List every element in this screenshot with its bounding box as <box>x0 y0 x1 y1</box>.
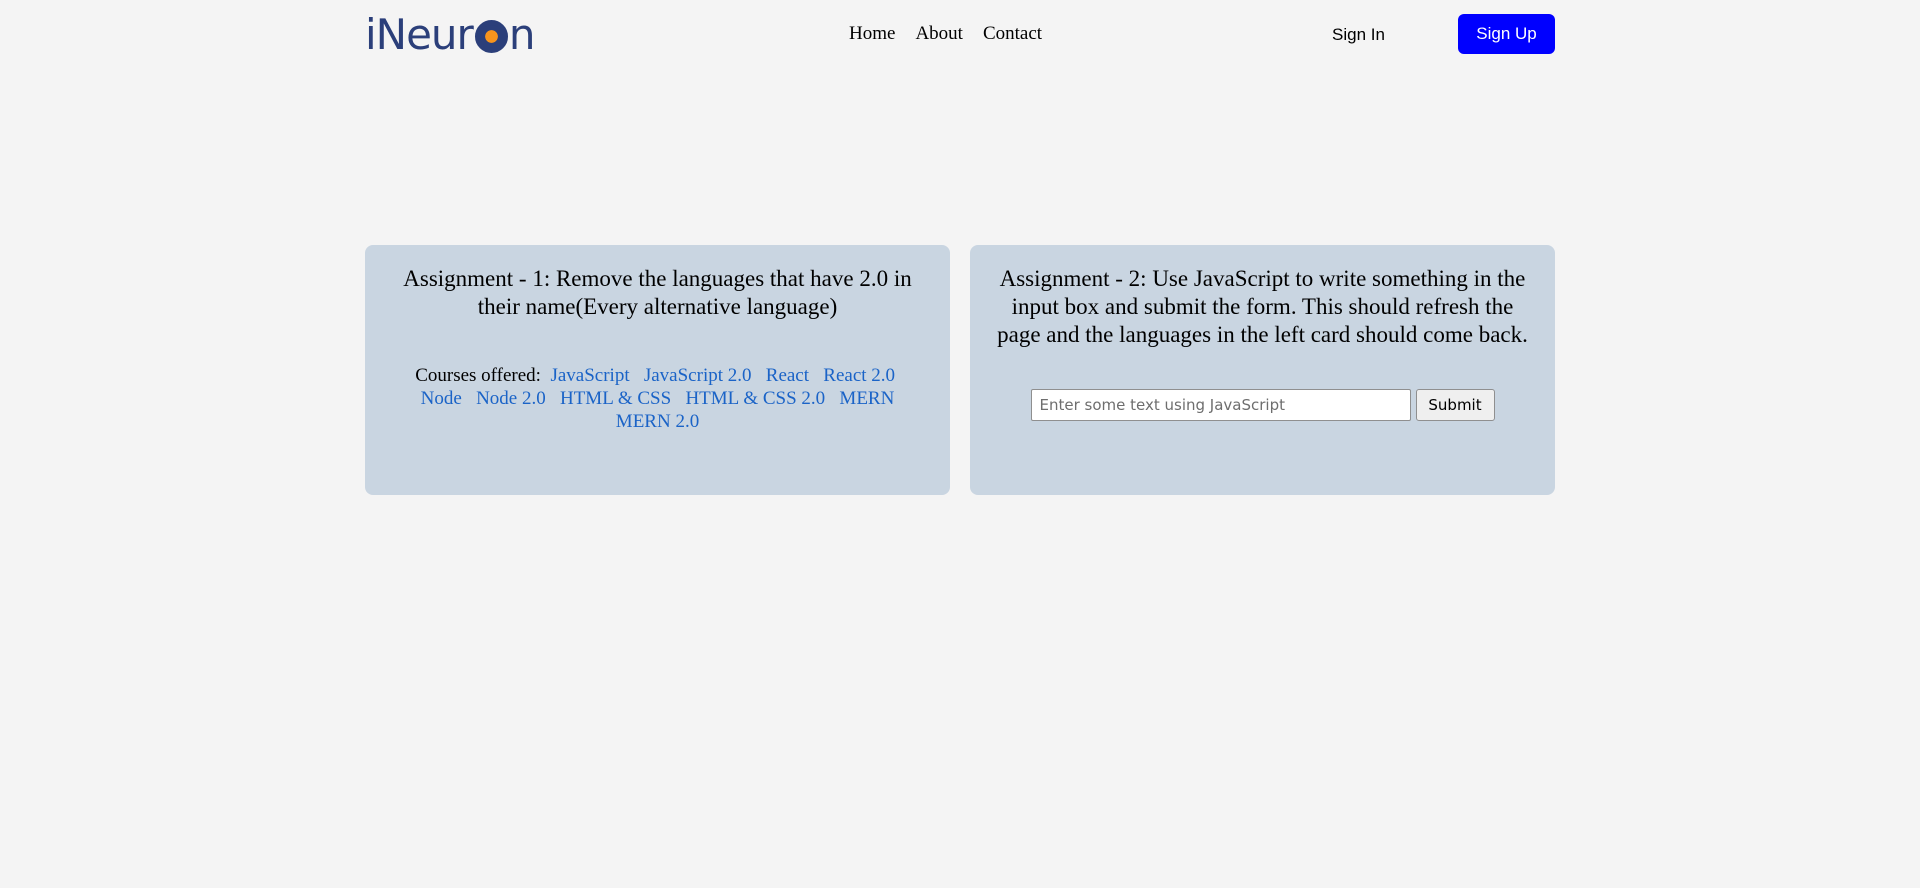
nav-link-home[interactable]: Home <box>849 22 895 46</box>
sign-up-button[interactable]: Sign Up <box>1458 14 1555 54</box>
course-link[interactable]: Node <box>421 388 462 409</box>
course-link[interactable]: JavaScript <box>550 365 629 386</box>
submit-button[interactable]: Submit <box>1415 389 1495 421</box>
logo-text-suffix: n <box>508 10 536 59</box>
course-link[interactable]: React 2.0 <box>823 365 895 386</box>
text-input[interactable] <box>1030 389 1411 421</box>
course-link[interactable]: HTML & CSS <box>560 388 671 409</box>
main-nav: Home About Contact <box>849 22 1042 46</box>
course-link[interactable]: HTML & CSS 2.0 <box>685 388 825 409</box>
courses-label: Courses offered: <box>415 365 541 386</box>
assignment-1-title: Assignment - 1: Remove the languages tha… <box>403 266 912 319</box>
nav-link-contact[interactable]: Contact <box>983 22 1042 46</box>
logo-ring-icon <box>474 19 508 53</box>
site-header: iNeur n Home About Contact Sign In Sign … <box>365 0 1555 70</box>
logo-text-prefix: iNeur <box>365 10 474 59</box>
assignment-1-card: Assignment - 1: Remove the languages tha… <box>365 245 950 495</box>
course-link[interactable]: MERN <box>839 388 894 409</box>
course-link[interactable]: JavaScript 2.0 <box>644 365 752 386</box>
course-link[interactable]: MERN 2.0 <box>616 411 699 432</box>
nav-link-about[interactable]: About <box>915 22 963 46</box>
assignment-2-card: Assignment - 2: Use JavaScript to write … <box>970 245 1555 495</box>
sign-in-link[interactable]: Sign In <box>1332 24 1385 46</box>
ineuron-logo[interactable]: iNeur n <box>365 10 536 59</box>
text-submit-form: Submit <box>970 389 1555 421</box>
course-link[interactable]: React <box>766 365 809 386</box>
assignment-2-title: Assignment - 2: Use JavaScript to write … <box>997 266 1528 347</box>
course-link[interactable]: Node 2.0 <box>476 388 546 409</box>
courses-list: Courses offered: JavaScript JavaScript 2… <box>403 364 912 433</box>
